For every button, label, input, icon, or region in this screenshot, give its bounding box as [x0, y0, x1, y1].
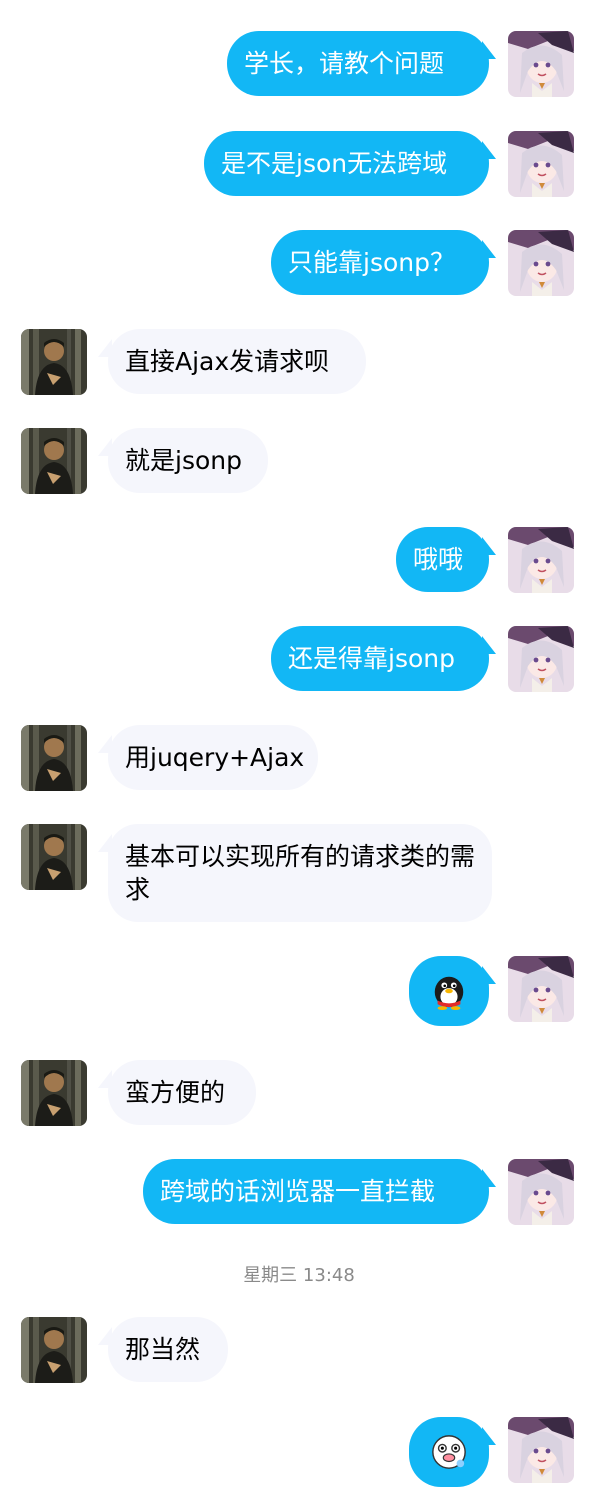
message-row: 是不是json无法跨域 [0, 110, 598, 210]
message-row: 蛮方便的 [0, 1056, 598, 1156]
outgoing-sticker-bubble[interactable] [409, 956, 489, 1026]
message-row: 那当然 [0, 1300, 598, 1400]
incoming-message-bubble[interactable]: 基本可以实现所有的请求类的需求 [108, 824, 492, 922]
incoming-message-bubble[interactable]: 就是jsonp [108, 428, 268, 493]
message-text: 学长，请教个问题 [244, 49, 445, 78]
message-row: 就是jsonp [0, 410, 598, 510]
bubble-tail [482, 537, 496, 555]
my-avatar[interactable] [508, 230, 574, 296]
incoming-message-bubble[interactable]: 那当然 [108, 1317, 228, 1382]
message-text: 是不是json无法跨域 [221, 149, 448, 178]
message-row: 用juqery+Ajax [0, 710, 598, 810]
message-text: 哦哦 [413, 545, 464, 574]
bubble-tail [482, 966, 496, 984]
incoming-message-bubble[interactable]: 蛮方便的 [108, 1060, 256, 1125]
message-text: 直接Ajax发请求呗 [125, 347, 330, 376]
bubble-tail [482, 240, 496, 258]
outgoing-message-bubble[interactable]: 是不是json无法跨域 [204, 131, 489, 196]
message-text: 就是jsonp [125, 446, 242, 475]
outgoing-message-bubble[interactable]: 哦哦 [396, 527, 489, 592]
contact-avatar[interactable] [21, 1060, 87, 1126]
message-row [0, 936, 598, 1056]
my-avatar[interactable] [508, 1417, 574, 1483]
outgoing-message-bubble[interactable]: 只能靠jsonp？ [271, 230, 489, 295]
message-text: 蛮方便的 [125, 1078, 226, 1107]
message-text: 用juqery+Ajax [125, 743, 305, 772]
outgoing-message-bubble[interactable]: 学长，请教个问题 [227, 31, 489, 96]
timestamp-divider: 星期三 13:48 [243, 1265, 355, 1286]
bubble-tail [482, 1427, 496, 1445]
message-row [0, 1400, 598, 1512]
message-row: 还是得靠jsonp [0, 610, 598, 710]
message-row: 只能靠jsonp？ [0, 210, 598, 310]
bubble-tail [482, 141, 496, 159]
outgoing-message-bubble[interactable]: 跨域的话浏览器一直拦截 [143, 1159, 489, 1224]
message-text: 基本可以实现所有的请求类的需求 [125, 842, 476, 904]
contact-avatar[interactable] [21, 1317, 87, 1383]
my-avatar[interactable] [508, 1159, 574, 1225]
incoming-message-bubble[interactable]: 直接Ajax发请求呗 [108, 329, 366, 394]
message-row: 学长，请教个问题 [0, 0, 598, 110]
message-row: 跨域的话浏览器一直拦截 [0, 1156, 598, 1236]
my-avatar[interactable] [508, 31, 574, 97]
chat-conversation: 学长，请教个问题 是不是json无法跨域 只能靠jsonp？ 直接Ajax发请求… [0, 0, 598, 1512]
my-avatar[interactable] [508, 626, 574, 692]
my-avatar[interactable] [508, 527, 574, 593]
message-row: 基本可以实现所有的请求类的需求 [0, 810, 598, 936]
incoming-message-bubble[interactable]: 用juqery+Ajax [108, 725, 318, 790]
message-row: 直接Ajax发请求呗 [0, 310, 598, 410]
outgoing-message-bubble[interactable]: 还是得靠jsonp [271, 626, 489, 691]
contact-avatar[interactable] [21, 824, 87, 890]
contact-avatar[interactable] [21, 428, 87, 494]
contact-avatar[interactable] [21, 725, 87, 791]
bubble-tail [482, 1169, 496, 1187]
message-text: 还是得靠jsonp [288, 644, 455, 673]
message-row: 哦哦 [0, 510, 598, 610]
contact-avatar[interactable] [21, 329, 87, 395]
penguin-face-sticker-icon [430, 1433, 468, 1471]
bubble-tail [482, 636, 496, 654]
message-text: 只能靠jsonp？ [288, 248, 455, 277]
penguin-sticker-icon [430, 972, 468, 1010]
outgoing-sticker-bubble[interactable] [409, 1417, 489, 1487]
message-text: 跨域的话浏览器一直拦截 [160, 1177, 436, 1206]
bubble-tail [482, 41, 496, 59]
my-avatar[interactable] [508, 131, 574, 197]
my-avatar[interactable] [508, 956, 574, 1022]
message-text: 那当然 [125, 1335, 201, 1364]
